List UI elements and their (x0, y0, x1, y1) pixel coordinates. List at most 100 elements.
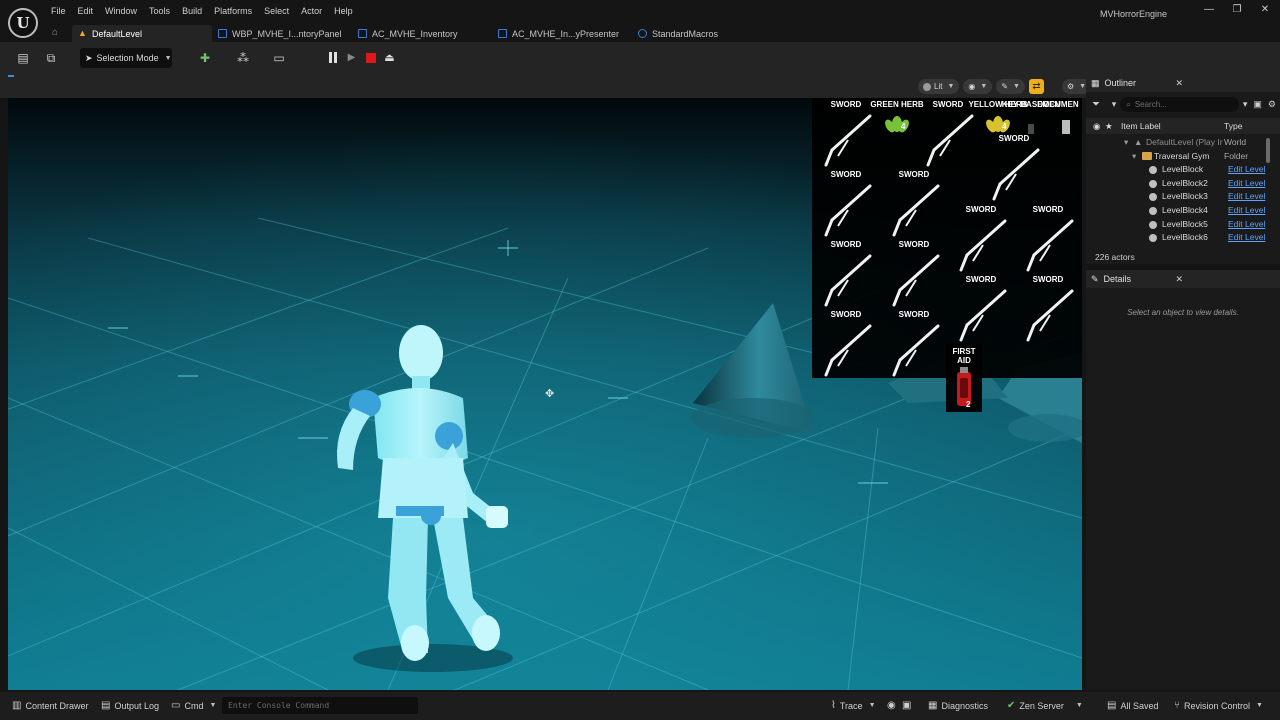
inventory-slot[interactable]: SWORD (814, 240, 878, 308)
all-saved-button[interactable]: ▤ All Saved (1107, 700, 1158, 711)
cmd-dropdown[interactable]: ▭ Cmd ▼ (171, 700, 216, 711)
maximize-button[interactable]: ❐ (1223, 4, 1251, 15)
expand-arrow-icon[interactable]: ▾ (1132, 151, 1136, 162)
inventory-slot[interactable]: SWORD (814, 170, 878, 238)
minimize-button[interactable]: — (1195, 4, 1223, 15)
home-icon[interactable]: ⌂ (52, 27, 58, 38)
chevron-down-icon: ▼ (868, 702, 876, 709)
unreal-logo-icon[interactable]: U (8, 8, 38, 38)
add-actor-icon[interactable]: ✚ (198, 51, 212, 65)
revision-control-button[interactable]: ⑂ Revision Control ▼ (1174, 700, 1263, 711)
stop-icon[interactable] (364, 51, 377, 64)
menu-window[interactable]: Window (99, 6, 143, 16)
tab-inventory-panel[interactable]: WBP_MVHE_I...ntoryPanel (212, 25, 348, 42)
item-label-column[interactable]: Item Label (1121, 121, 1161, 131)
inventory-slot[interactable]: SWORD (882, 240, 946, 308)
inventory-slot[interactable]: SWORD (982, 134, 1046, 202)
screenshot-icon[interactable]: ▣ (902, 700, 911, 711)
view-mode-button[interactable]: Lit ▼ (918, 79, 960, 94)
tab-defaultlevel[interactable]: ▲ DefaultLevel (72, 25, 212, 42)
menu-platforms[interactable]: Platforms (208, 6, 258, 16)
shotgun-icon (824, 324, 872, 377)
expand-arrow-icon[interactable]: ▾ (1124, 137, 1128, 148)
output-log-button[interactable]: ▤ Output Log (101, 700, 159, 711)
close-icon[interactable]: ✕ (1175, 78, 1183, 89)
inventory-slot[interactable]: SWORD (882, 170, 946, 238)
pause-icon[interactable] (326, 51, 339, 64)
eject-icon[interactable]: ⏏ (383, 51, 396, 64)
outliner-row-world[interactable]: ▾ ▲ DefaultLevel (Play Ir World (1086, 136, 1266, 150)
item-name: SWORD (898, 170, 930, 179)
settings-small-icon[interactable]: ▾ (1112, 99, 1117, 110)
edit-level-link[interactable]: Edit Level (1228, 191, 1265, 201)
console-command-input[interactable]: Enter Console Command (222, 697, 418, 714)
outliner-search-input[interactable]: ⌕ Search... (1120, 97, 1239, 112)
document-tab-bar: ⌂ ▲ DefaultLevel WBP_MVHE_I...ntoryPanel… (0, 25, 1280, 42)
item-name: SWORD (1032, 205, 1064, 214)
edit-level-link[interactable]: Edit Level (1228, 164, 1265, 174)
gear-icon[interactable]: ⚙ (1268, 99, 1276, 110)
filter-icon[interactable]: ⏷ (1092, 99, 1108, 110)
outliner-scrollbar[interactable] (1266, 138, 1270, 163)
close-icon[interactable]: ✕ (1175, 274, 1183, 285)
inventory-slot[interactable]: SWORD (1016, 205, 1080, 273)
inventory-slot[interactable]: SWORD (949, 275, 1013, 343)
edit-level-link[interactable]: Edit Level (1228, 205, 1265, 215)
trace-button[interactable]: ⌇ Trace ▼ (831, 700, 876, 711)
inventory-slot[interactable]: SWORD (882, 310, 946, 378)
edit-level-link[interactable]: Edit Level (1228, 232, 1265, 242)
new-folder-icon[interactable]: ▣ (1253, 99, 1262, 110)
save-icon[interactable]: ▤ (16, 51, 30, 65)
menu-help[interactable]: Help (328, 6, 359, 16)
inventory-slot[interactable]: SWORD (814, 310, 878, 378)
first-aid-spray-icon (957, 367, 971, 406)
show-flags-button[interactable]: ◉ ▼ (963, 79, 993, 94)
menu-build[interactable]: Build (176, 6, 208, 16)
menu-actor[interactable]: Actor (295, 6, 328, 16)
transform-tools-button[interactable]: ✎ ▼ (996, 79, 1025, 94)
snap-toggle-icon[interactable]: ⇄ (1028, 79, 1044, 94)
pin-column-icon[interactable]: ★ (1105, 121, 1113, 132)
diagnostics-button[interactable]: ▦ Diagnostics (928, 700, 988, 711)
content-drawer-button[interactable]: ▥ Content Drawer (12, 700, 88, 711)
menu-file[interactable]: File (45, 6, 72, 16)
tab-standard-macros[interactable]: StandardMacros (632, 25, 724, 42)
blueprints-icon[interactable]: ⁂ (236, 51, 250, 65)
row-name: LevelBlock5 (1162, 218, 1208, 229)
selection-mode-label: Selection Mode (96, 53, 159, 63)
edit-level-link[interactable]: Edit Level (1228, 219, 1265, 229)
menu-tools[interactable]: Tools (143, 6, 176, 16)
cinematics-icon[interactable]: ▭ (272, 51, 286, 65)
menu-select[interactable]: Select (258, 6, 295, 16)
outliner-row-levelblock[interactable]: LevelBlock3 Edit Level (1086, 190, 1266, 204)
visibility-column-icon[interactable]: ◉ (1093, 121, 1100, 132)
progress-indicator (8, 75, 14, 77)
zen-server-button[interactable]: ✔ Zen Server ▼ (1007, 700, 1083, 711)
inventory-slot[interactable]: SWORD (1016, 275, 1080, 343)
outliner-row-levelblock[interactable]: LevelBlock5 Edit Level (1086, 218, 1266, 232)
actor-icon (1149, 206, 1157, 215)
shotgun-icon (892, 184, 940, 237)
move-cursor-icon: ✥ (545, 388, 555, 400)
type-column[interactable]: Type (1224, 121, 1242, 131)
inventory-slot[interactable]: SWORD (949, 205, 1013, 273)
tab-ac-presenter[interactable]: AC_MVHE_In...yPresenter (492, 25, 625, 42)
record-icon[interactable]: ◉ (887, 700, 896, 711)
inventory-slot-first-aid[interactable]: FIRST AID 2 (946, 344, 982, 412)
outliner-row-levelblock[interactable]: LevelBlock6 Edit Level (1086, 231, 1266, 245)
outliner-row-levelblock[interactable]: LevelBlock Edit Level (1086, 163, 1266, 177)
edit-level-link[interactable]: Edit Level (1228, 178, 1265, 188)
close-window-button[interactable]: ✕ (1251, 4, 1279, 15)
row-name: LevelBlock3 (1162, 191, 1208, 202)
skip-frame-icon[interactable]: ▶ (345, 51, 358, 64)
row-name: LevelBlock2 (1162, 177, 1208, 188)
outliner-row-levelblock[interactable]: LevelBlock4 Edit Level (1086, 204, 1266, 218)
selection-mode-dropdown[interactable]: ➤ Selection Mode ▼ (80, 48, 172, 68)
outliner-row-folder[interactable]: ▾ Traversal Gym Folder (1086, 150, 1266, 164)
browse-icon[interactable]: ⧉ (44, 51, 58, 65)
outliner-row-levelblock[interactable]: LevelBlock2 Edit Level (1086, 177, 1266, 191)
cursor-arrow-icon: ➤ (85, 52, 93, 63)
chevron-down-icon[interactable]: ▾ (1243, 99, 1248, 110)
tab-ac-inventory[interactable]: AC_MVHE_Inventory (352, 25, 464, 42)
menu-edit[interactable]: Edit (72, 6, 100, 16)
